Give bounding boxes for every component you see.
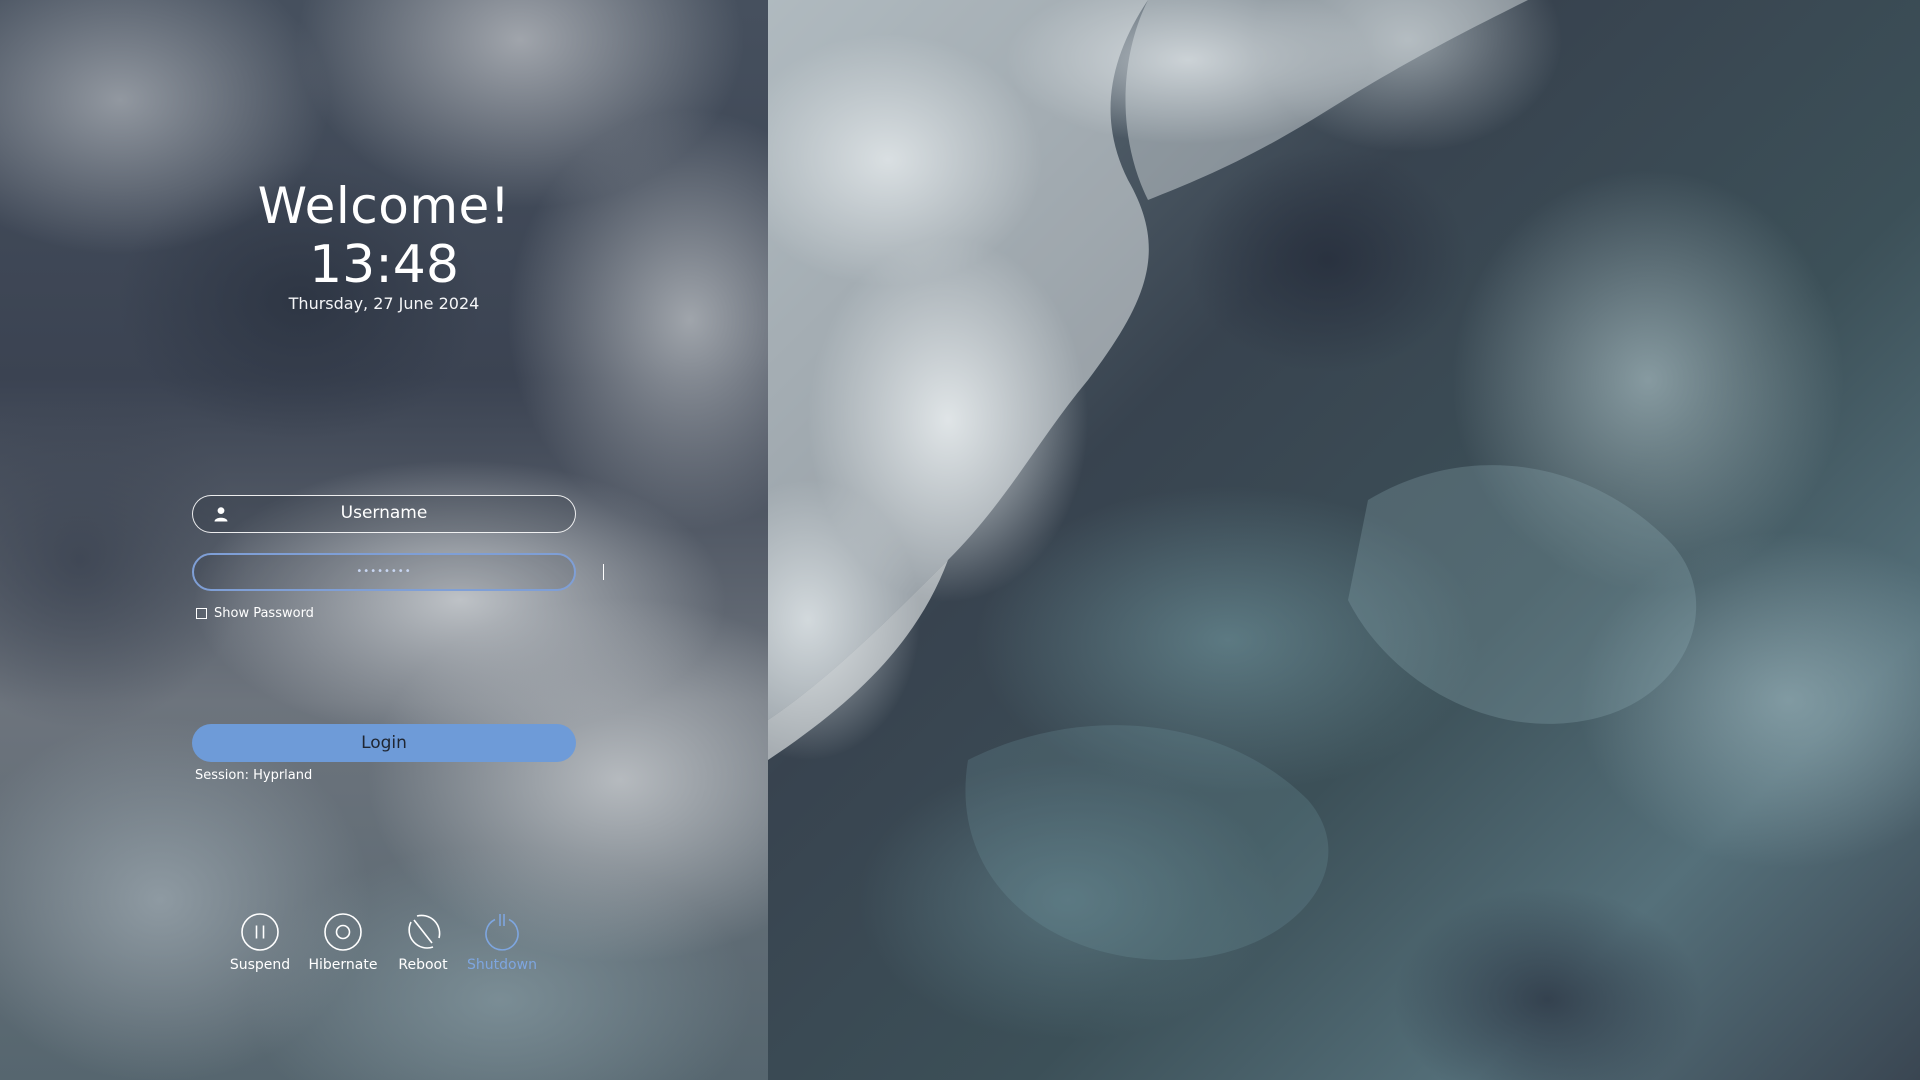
- shutdown-label: Shutdown: [467, 957, 537, 973]
- show-password-label: Show Password: [214, 605, 314, 621]
- shutdown-button[interactable]: Shutdown: [462, 912, 542, 975]
- suspend-button[interactable]: Suspend: [220, 912, 300, 975]
- pause-circle-icon: [241, 913, 279, 951]
- hibernate-circle-icon: [324, 913, 362, 951]
- power-icon: [485, 914, 519, 951]
- username-placeholder: Username: [340, 503, 428, 523]
- hibernate-button[interactable]: Hibernate: [303, 912, 383, 975]
- login-button[interactable]: Login: [192, 724, 576, 762]
- ocean-wallpaper: [768, 0, 1920, 1080]
- login-panel: Welcome! 13:48 Thursday, 27 June 2024 Us…: [0, 0, 768, 1080]
- wave-foam-decoration: [768, 0, 1697, 960]
- password-mask: ••••••••: [356, 566, 412, 577]
- password-field[interactable]: ••••••••: [192, 553, 604, 591]
- text-caret: [603, 564, 604, 580]
- hibernate-label: Hibernate: [308, 957, 378, 973]
- suspend-label: Suspend: [229, 957, 291, 973]
- show-password-checkbox[interactable]: [196, 607, 207, 619]
- welcome-heading: Welcome!: [257, 177, 511, 235]
- session-selector[interactable]: Session: Hyprland: [195, 768, 312, 783]
- reboot-button[interactable]: Reboot: [383, 912, 463, 975]
- login-screen: Welcome! 13:48 Thursday, 27 June 2024 Us…: [0, 0, 1920, 1080]
- username-field[interactable]: Username: [192, 495, 576, 533]
- show-password-toggle[interactable]: Show Password: [196, 605, 314, 621]
- reboot-icon: [408, 914, 441, 949]
- date-label: Thursday, 27 June 2024: [288, 294, 480, 313]
- clock: 13:48: [309, 235, 459, 295]
- reboot-label: Reboot: [398, 957, 448, 973]
